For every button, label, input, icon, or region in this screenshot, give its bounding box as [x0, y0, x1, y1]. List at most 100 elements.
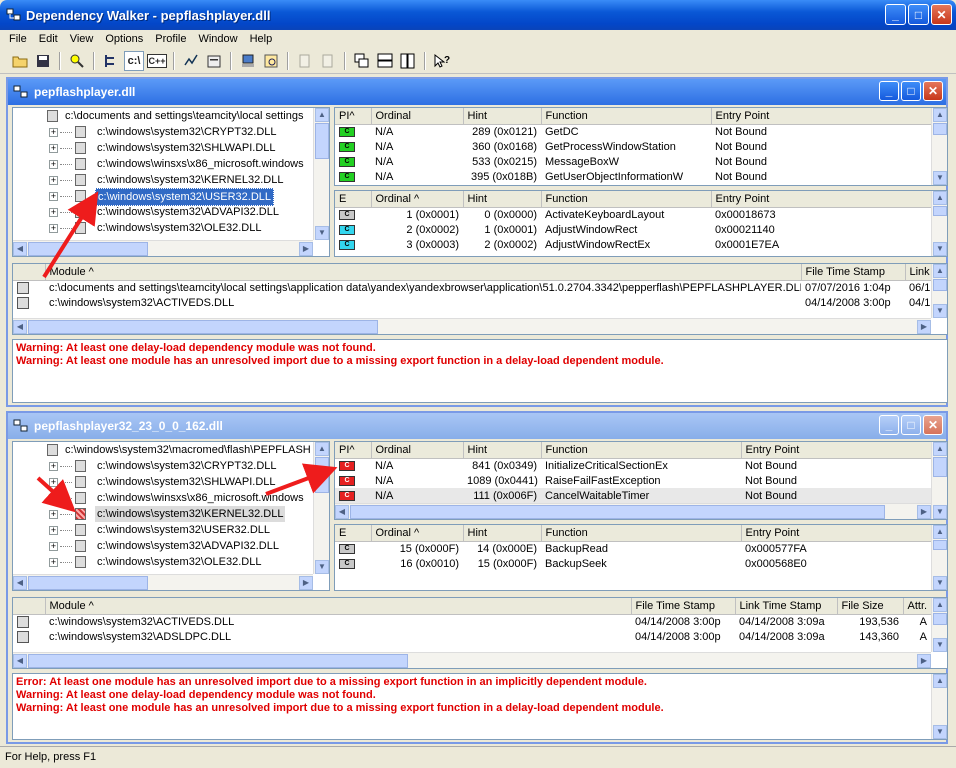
expand-icon[interactable]: + [49, 176, 58, 185]
tree-node[interactable]: + c:\windows\system32\KERNEL32.DLL [13, 172, 313, 188]
column-header[interactable]: File Time Stamp [631, 598, 736, 615]
expand-icon[interactable]: + [49, 542, 58, 551]
external-viewer-icon[interactable] [261, 51, 281, 71]
column-header[interactable]: Ordinal [371, 442, 464, 459]
doc1-close-button[interactable]: ✕ [923, 81, 943, 101]
open-folder-icon[interactable] [10, 51, 30, 71]
highlight-icon[interactable] [181, 51, 201, 71]
table-row[interactable]: C N/A 395 (0x018B) GetUserObjectInformation… [335, 169, 931, 184]
tree-node[interactable]: + c:\windows\winsxs\x86_microsoft.windows [13, 490, 313, 506]
tile-vertical-icon[interactable] [398, 51, 418, 71]
system-info-icon[interactable] [238, 51, 258, 71]
table-row[interactable]: C N/A 360 (0x0168) GetProcessWindowStation N… [335, 139, 931, 154]
column-header[interactable]: Link [905, 264, 932, 281]
expand-icon[interactable]: + [49, 224, 58, 233]
menu-profile[interactable]: Profile [149, 33, 192, 45]
table-row[interactable]: C N/A 841 (0x0349) InitializeCriticalSectio… [335, 458, 931, 473]
tree-node[interactable]: + c:\windows\system32\KERNEL32.DLL [13, 506, 313, 522]
tree-view-icon[interactable] [101, 51, 121, 71]
module-tree-1[interactable]: c:\documents and settings\teamcity\local… [12, 107, 330, 257]
table-row[interactable]: C 3 (0x0003) 2 (0x0002) AdjustWindowRectEx 0… [335, 237, 931, 252]
find-icon[interactable] [67, 51, 87, 71]
column-header[interactable]: Function [541, 191, 712, 208]
table-row[interactable]: c:\windows\system32\ACTIVEDS.DLL 04/14/20… [13, 295, 931, 310]
column-header[interactable]: Function [541, 525, 742, 542]
column-header[interactable]: Entry Point [711, 108, 932, 125]
column-header[interactable]: Hint [463, 525, 542, 542]
log-pane-1[interactable]: Warning: At least one delay-load depende… [12, 339, 948, 403]
context-help-icon[interactable]: ? [432, 51, 452, 71]
menu-file[interactable]: File [3, 33, 33, 45]
table-row[interactable]: C 15 (0x000F) 14 (0x000E) BackupRead 0x00057… [335, 541, 931, 556]
column-header[interactable]: Link Time Stamp [735, 598, 838, 615]
table-row[interactable]: C 1 (0x0001) 0 (0x0000) ActivateKeyboardLay… [335, 207, 931, 222]
properties-icon[interactable] [204, 51, 224, 71]
column-header[interactable]: PI^ [335, 108, 372, 125]
tile-horizontal-icon[interactable] [375, 51, 395, 71]
module-list-2[interactable]: Module ^ File Time Stamp Link Time Stamp Fi… [12, 597, 948, 669]
save-icon[interactable] [33, 51, 53, 71]
expand-icon[interactable]: + [49, 128, 58, 137]
table-row[interactable]: c:\documents and settings\teamcity\local… [13, 280, 931, 295]
table-row[interactable]: C N/A 1089 (0x0441) RaiseFailFastException N… [335, 473, 931, 488]
menu-help[interactable]: Help [244, 33, 279, 45]
exports-list-1[interactable]: E Ordinal ^ Hint Function Entry Point C 1 (0x0… [334, 190, 948, 257]
expand-icon[interactable]: + [49, 558, 58, 567]
tree-node[interactable]: + c:\windows\system32\OLE32.DLL [13, 220, 313, 236]
expand-icon[interactable]: + [49, 478, 58, 487]
expand-icon[interactable]: + [49, 160, 58, 169]
module-tree-2[interactable]: c:\windows\system32\macromed\flash\PEPFL… [12, 441, 330, 591]
tree-node[interactable]: c:\windows\system32\macromed\flash\PEPFL… [13, 442, 313, 458]
doc1-minimize-button[interactable]: _ [879, 81, 899, 101]
column-header[interactable]: Entry Point [741, 525, 932, 542]
menu-view[interactable]: View [64, 33, 100, 45]
tree-node[interactable]: + c:\windows\winsxs\x86_microsoft.windows [13, 156, 313, 172]
column-header[interactable]: File Size [837, 598, 904, 615]
column-header[interactable]: Module ^ [45, 264, 802, 281]
expand-icon[interactable]: + [49, 494, 58, 503]
module-list-1[interactable]: Module ^ File Time Stamp Link c:\documents … [12, 263, 948, 335]
column-header[interactable]: Hint [463, 108, 542, 125]
tree-node[interactable]: + c:\windows\system32\USER32.DLL [13, 522, 313, 538]
column-header[interactable]: Attr. [903, 598, 932, 615]
table-row[interactable]: C N/A 289 (0x0121) GetDC Not Bound [335, 124, 931, 139]
column-header[interactable]: File Time Stamp [801, 264, 906, 281]
expand-icon[interactable]: + [49, 526, 58, 535]
table-row[interactable]: C 2 (0x0002) 1 (0x0001) AdjustWindowRect 0x0… [335, 222, 931, 237]
doc2-close-button[interactable]: ✕ [923, 415, 943, 435]
tree-node[interactable]: + c:\windows\system32\OLE32.DLL [13, 554, 313, 570]
undecorate-cpp-icon[interactable]: C++ [147, 53, 167, 68]
doc2-maximize-button[interactable]: □ [901, 415, 921, 435]
cascade-icon[interactable] [352, 51, 372, 71]
column-header[interactable]: E [335, 191, 372, 208]
tree-node[interactable]: + c:\windows\system32\USER32.DLL [13, 188, 313, 206]
column-header[interactable]: Entry Point [741, 442, 932, 459]
tree-node[interactable]: + c:\windows\system32\CRYPT32.DLL [13, 458, 313, 474]
tree-node[interactable]: + c:\windows\system32\SHLWAPI.DLL [13, 474, 313, 490]
table-row[interactable]: c:\windows\system32\ACTIVEDS.DLL 04/14/20… [13, 614, 931, 629]
table-row[interactable]: c:\windows\system32\ADSLDPC.DLL 04/14/200… [13, 629, 931, 644]
parent-imports-list-1[interactable]: PI^ Ordinal Hint Function Entry Point C N/A 289… [334, 107, 948, 186]
tree-node[interactable]: + c:\windows\system32\ADVAPI32.DLL [13, 204, 313, 220]
column-header[interactable]: Function [541, 442, 742, 459]
tree-node[interactable]: + c:\windows\system32\CRYPT32.DLL [13, 124, 313, 140]
column-header[interactable]: Function [541, 108, 712, 125]
table-row[interactable]: C N/A 111 (0x006F) CancelWaitableTimer Not B… [335, 488, 931, 503]
menu-edit[interactable]: Edit [33, 33, 64, 45]
tree-node[interactable]: + c:\windows\system32\ADVAPI32.DLL [13, 538, 313, 554]
column-header[interactable]: Ordinal [371, 108, 464, 125]
column-header[interactable]: Module ^ [45, 598, 632, 615]
log-pane-2[interactable]: Error: At least one module has an unreso… [12, 673, 948, 740]
column-header[interactable]: PI^ [335, 442, 372, 459]
column-header[interactable]: Ordinal ^ [371, 191, 464, 208]
expand-icon[interactable]: + [49, 510, 58, 519]
column-header[interactable]: E [335, 525, 372, 542]
maximize-button[interactable]: □ [908, 4, 929, 25]
table-row[interactable]: C 16 (0x0010) 15 (0x000F) BackupSeek 0x00056… [335, 556, 931, 571]
full-paths-icon[interactable]: c:\ [124, 50, 144, 71]
tree-node[interactable]: c:\documents and settings\teamcity\local… [13, 108, 313, 124]
expand-icon[interactable]: + [49, 208, 58, 217]
doc2-minimize-button[interactable]: _ [879, 415, 899, 435]
column-header[interactable]: Hint [463, 191, 542, 208]
column-header[interactable]: Hint [463, 442, 542, 459]
